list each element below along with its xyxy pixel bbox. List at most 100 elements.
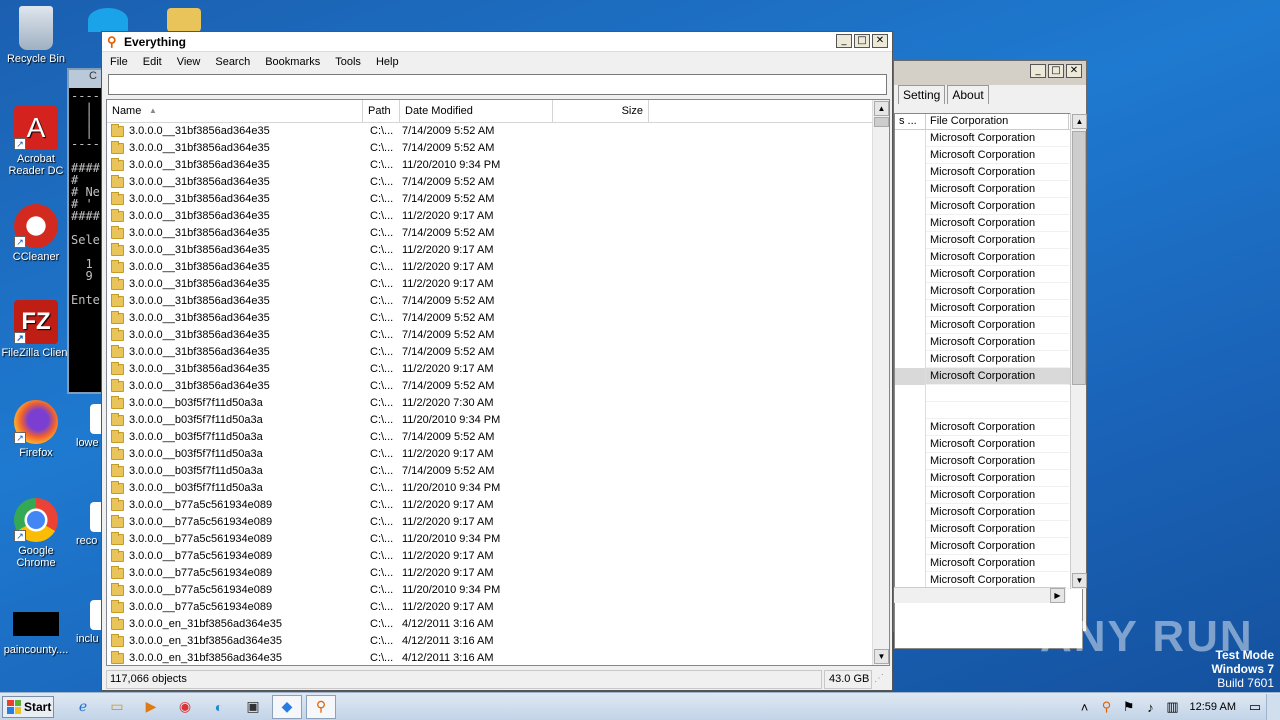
result-row[interactable]: 3.0.0.0__31bf3856ad364e35 C:\... 11/2/2020…	[107, 242, 889, 259]
close-button[interactable]: ✕	[1066, 64, 1082, 78]
back-list-row[interactable]: Microsoft Corporation	[895, 351, 1082, 368]
taskbar-console-icon[interactable]: ▣	[238, 695, 268, 719]
back-list-row[interactable]: Microsoft Corporation	[895, 487, 1082, 504]
tray-volume-icon[interactable]: ♪	[1140, 700, 1162, 715]
result-row[interactable]: 3.0.0.0__b77a5c561934e089 C:\... 11/20/201…	[107, 582, 889, 599]
back-list-row[interactable]: Microsoft Corporation	[895, 164, 1082, 181]
maximize-button[interactable]: □	[854, 34, 870, 48]
desktop-icon-recycle-bin[interactable]: Recycle Bin	[0, 6, 72, 65]
start-button[interactable]: Start	[2, 695, 54, 718]
menu-view[interactable]: View	[169, 56, 208, 68]
back-list-row[interactable]: Microsoft Corporation	[895, 419, 1082, 436]
results-list[interactable]: Name ▲ Path Date Modified Size 3.0.0.0__…	[106, 99, 890, 666]
result-row[interactable]: 3.0.0.0_en_31bf3856ad364e35 C:\... 4/12/20…	[107, 633, 889, 650]
result-row[interactable]: 3.0.0.0__b77a5c561934e089 C:\... 11/2/2020…	[107, 599, 889, 616]
result-row[interactable]: 3.0.0.0__31bf3856ad364e35 C:\... 7/14/2009…	[107, 174, 889, 191]
tray-network-icon[interactable]: ▥	[1162, 699, 1184, 715]
result-row[interactable]: 3.0.0.0_en_31bf3856ad364e35 C:\... 4/12/20…	[107, 650, 889, 665]
back-list-row[interactable]: Microsoft Corporation	[895, 147, 1082, 164]
taskbar-edge-icon[interactable]: ◐	[204, 695, 234, 719]
back-list-row[interactable]: Microsoft Corporation	[895, 368, 1082, 385]
result-row[interactable]: 3.0.0.0__31bf3856ad364e35 C:\... 7/14/2009…	[107, 123, 889, 140]
back-list-row[interactable]: Microsoft Corporation	[895, 521, 1082, 538]
desktop-icon-firefox[interactable]: ↗ Firefox	[0, 400, 72, 459]
search-input[interactable]	[108, 74, 887, 95]
back-vertical-scrollbar[interactable]: ▲ ▼	[1070, 113, 1087, 589]
result-row[interactable]: 3.0.0.0__b03f5f7f11d50a3a C:\... 11/2/2020…	[107, 446, 889, 463]
result-row[interactable]: 3.0.0.0_en_31bf3856ad364e35 C:\... 4/12/20…	[107, 616, 889, 633]
column-header-size[interactable]: Size	[553, 100, 649, 122]
menu-tools[interactable]: Tools	[327, 56, 368, 68]
back-list-row[interactable]: Microsoft Corporation	[895, 453, 1082, 470]
console-titlebar[interactable]: C	[69, 70, 105, 88]
back-list-row[interactable]: Microsoft Corporation	[895, 249, 1082, 266]
taskbar-explorer-icon[interactable]: ▭	[102, 695, 132, 719]
result-row[interactable]: 3.0.0.0__b77a5c561934e089 C:\... 11/2/2020…	[107, 514, 889, 531]
menu-file[interactable]: File	[102, 56, 135, 68]
back-list-row[interactable]: Microsoft Corporation	[895, 504, 1082, 521]
scroll-up-button[interactable]: ▲	[874, 101, 889, 116]
column-header-name[interactable]: Name ▲	[107, 100, 363, 122]
column-header[interactable]: s ...	[895, 114, 926, 129]
back-list-row[interactable]: Microsoft Corporation	[895, 555, 1082, 572]
back-horizontal-scrollbar[interactable]: ▶	[894, 587, 1066, 603]
menu-help[interactable]: Help	[368, 56, 406, 68]
scroll-up-button[interactable]: ▲	[1072, 114, 1087, 129]
taskbar-ie-icon[interactable]: ℯ	[68, 695, 98, 719]
column-header-date[interactable]: Date Modified	[400, 100, 553, 122]
result-row[interactable]: 3.0.0.0__31bf3856ad364e35 C:\... 7/14/2009…	[107, 293, 889, 310]
back-list-row[interactable]: Microsoft Corporation	[895, 215, 1082, 232]
column-header-path[interactable]: Path	[363, 100, 400, 122]
back-list-row[interactable]: Microsoft Corporation	[895, 538, 1082, 555]
show-desktop-button[interactable]	[1266, 694, 1280, 720]
result-row[interactable]: 3.0.0.0__b77a5c561934e089 C:\... 11/20/201…	[107, 531, 889, 548]
tab-setting[interactable]: Setting	[898, 85, 946, 104]
back-window[interactable]: _ □ ✕ Setting About s ... File Corporati…	[893, 60, 1087, 649]
result-row[interactable]: 3.0.0.0__31bf3856ad364e35 C:\... 7/14/2009…	[107, 225, 889, 242]
result-row[interactable]: 3.0.0.0__31bf3856ad364e35 C:\... 7/14/2009…	[107, 310, 889, 327]
result-row[interactable]: 3.0.0.0__b03f5f7f11d50a3a C:\... 11/20/201…	[107, 480, 889, 497]
back-list-row[interactable]: Microsoft Corporation	[895, 181, 1082, 198]
maximize-button[interactable]: □	[1048, 64, 1064, 78]
result-row[interactable]: 3.0.0.0__31bf3856ad364e35 C:\... 11/2/2020…	[107, 276, 889, 293]
everything-window[interactable]: ⚲ Everything _ □ ✕ File Edit View Search…	[101, 31, 893, 691]
desktop-icon-acrobat[interactable]: A ↗ Acrobat Reader DC	[0, 106, 72, 177]
scroll-down-button[interactable]: ▼	[1072, 573, 1087, 588]
back-listview[interactable]: s ... File Corporation Microsoft Corpora…	[894, 113, 1083, 649]
result-row[interactable]: 3.0.0.0__31bf3856ad364e35 C:\... 7/14/2009…	[107, 327, 889, 344]
tray-everything-icon[interactable]: ⚲	[1096, 699, 1118, 715]
result-row[interactable]: 3.0.0.0__31bf3856ad364e35 C:\... 11/2/2020…	[107, 259, 889, 276]
back-list-row[interactable]: Microsoft Corporation	[895, 300, 1082, 317]
taskbar-media-player-icon[interactable]: ▶	[136, 695, 166, 719]
back-list-row[interactable]: Microsoft Corporation	[895, 130, 1082, 147]
column-header[interactable]: File Corporation	[926, 114, 1069, 129]
menu-search[interactable]: Search	[207, 56, 257, 68]
back-list-row[interactable]: Microsoft Corporation	[895, 266, 1082, 283]
close-button[interactable]: ✕	[872, 34, 888, 48]
result-row[interactable]: 3.0.0.0__31bf3856ad364e35 C:\... 7/14/2009…	[107, 344, 889, 361]
desktop-icon-filezilla[interactable]: FZ ↗ FileZilla Client	[0, 300, 72, 359]
result-row[interactable]: 3.0.0.0__31bf3856ad364e35 C:\... 7/14/2009…	[107, 140, 889, 157]
result-row[interactable]: 3.0.0.0__b77a5c561934e089 C:\... 11/2/2020…	[107, 548, 889, 565]
resize-grip-icon[interactable]: ⋰	[874, 670, 888, 689]
scroll-down-button[interactable]: ▼	[874, 649, 889, 664]
taskbar-app-icon[interactable]: ◆	[272, 694, 302, 719]
result-row[interactable]: 3.0.0.0__b03f5f7f11d50a3a C:\... 7/14/2009…	[107, 429, 889, 446]
scroll-thumb[interactable]	[874, 117, 889, 127]
tab-about[interactable]: About	[947, 85, 989, 104]
result-row[interactable]: 3.0.0.0__b03f5f7f11d50a3a C:\... 7/14/2009…	[107, 463, 889, 480]
tray-expand-icon[interactable]: ˄	[1074, 700, 1096, 715]
back-window-titlebar[interactable]: _ □ ✕	[894, 61, 1086, 85]
result-row[interactable]: 3.0.0.0__b03f5f7f11d50a3a C:\... 11/20/201…	[107, 412, 889, 429]
result-row[interactable]: 3.0.0.0__b77a5c561934e089 C:\... 11/2/2020…	[107, 497, 889, 514]
result-row[interactable]: 3.0.0.0__31bf3856ad364e35 C:\... 11/20/201…	[107, 157, 889, 174]
back-list-row[interactable]: Microsoft Corporation	[895, 317, 1082, 334]
back-list-row[interactable]: Microsoft Corporation	[895, 436, 1082, 453]
back-list-row[interactable]: Microsoft Corporation	[895, 198, 1082, 215]
scroll-thumb[interactable]	[1072, 131, 1086, 385]
minimize-button[interactable]: _	[1030, 64, 1046, 78]
scroll-right-button[interactable]: ▶	[1050, 588, 1065, 603]
result-row[interactable]: 3.0.0.0__b77a5c561934e089 C:\... 11/2/2020…	[107, 565, 889, 582]
tray-action-center-icon[interactable]: ⚑	[1118, 699, 1140, 715]
result-row[interactable]: 3.0.0.0__31bf3856ad364e35 C:\... 11/2/2020…	[107, 361, 889, 378]
